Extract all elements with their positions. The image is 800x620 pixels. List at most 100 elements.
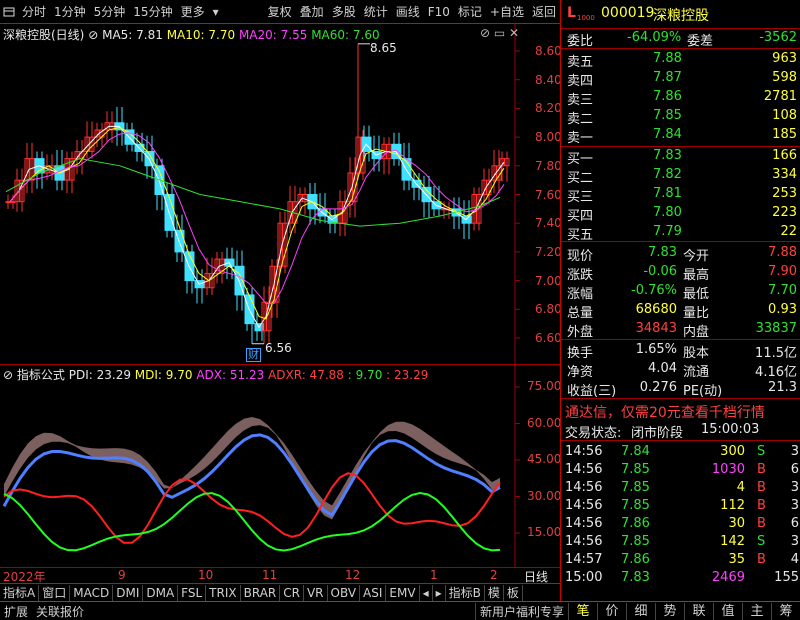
indicator-title: 指标公式	[16, 368, 65, 382]
tab-dma[interactable]: DMA	[143, 584, 179, 601]
more-dropdown-icon[interactable]: ▾	[209, 1, 223, 23]
tick-price: 7.86	[621, 516, 650, 531]
diejia-button[interactable]: 叠加	[296, 1, 328, 23]
tick-price: 7.85	[621, 462, 650, 477]
stat-value: 0.276	[639, 380, 677, 395]
tick-row: 14:57 7.86 35 B 4	[561, 551, 800, 570]
tab-board[interactable]: 板	[504, 584, 523, 601]
tick-count: 4	[790, 552, 799, 567]
x-label-sep: 9	[118, 568, 126, 582]
tab-fenshi[interactable]: 分时	[18, 1, 50, 23]
tab-value[interactable]: 值	[713, 602, 742, 620]
tab-macd[interactable]: MACD	[70, 584, 114, 601]
y-tick-label: 45.00	[527, 452, 562, 466]
scroll-right-icon[interactable]: ▸	[433, 584, 446, 601]
stat-label: 今开	[683, 249, 710, 264]
bid-price: 7.79	[653, 224, 682, 239]
bid-row: 买五 7.79 22	[561, 223, 800, 243]
bid-price: 7.82	[653, 167, 682, 182]
tab-1min[interactable]: 1分钟	[50, 1, 90, 23]
weicha-value: -3562	[759, 30, 797, 45]
tab-asi[interactable]: ASI	[360, 584, 387, 601]
trade-status-value: 闭市阶段	[631, 426, 684, 441]
kline-chart[interactable]	[0, 24, 560, 364]
tab-window[interactable]: 窗口	[39, 584, 71, 601]
tab-more[interactable]: 更多	[177, 1, 209, 23]
huaxian-button[interactable]: 画线	[392, 1, 424, 23]
tab-obv[interactable]: OBV	[328, 584, 361, 601]
tongji-button[interactable]: 统计	[360, 1, 392, 23]
tab-emv[interactable]: EMV	[386, 584, 420, 601]
bid-row: 买二 7.82 334	[561, 166, 800, 186]
tab-linked[interactable]: 联	[684, 602, 713, 620]
add-watchlist-button[interactable]: +自选	[486, 1, 528, 23]
candle-body	[199, 280, 205, 289]
tick-count: 3	[790, 480, 799, 495]
related-quote-button[interactable]: 关联报价	[32, 603, 88, 620]
tick-price: 7.85	[621, 480, 650, 495]
back-button[interactable]: 返回	[528, 1, 560, 23]
pane-stock-title: 深粮控股(日线)	[3, 28, 85, 42]
tab-vr[interactable]: VR	[304, 584, 328, 601]
tick-count: 155	[774, 570, 799, 585]
ask-price: 7.88	[653, 51, 682, 66]
stat-label: 最低	[683, 287, 710, 302]
promo-row[interactable]: 通达信，仅需20元查看千档行情	[561, 401, 800, 422]
finance-flag-icon[interactable]: 财	[246, 348, 261, 362]
expand-button[interactable]: 扩展	[0, 603, 32, 620]
menu-icon[interactable]	[3, 6, 15, 18]
f10-button[interactable]: F10	[424, 1, 454, 23]
stat-value: 4.04	[648, 361, 677, 376]
ask-label: 卖二	[567, 112, 594, 127]
tab-5min[interactable]: 5分钟	[90, 1, 130, 23]
biaoji-button[interactable]: 标记	[454, 1, 486, 23]
tick-volume: 4	[736, 480, 745, 495]
tab-main[interactable]: 主	[742, 602, 771, 620]
dmi-indicator-chart[interactable]	[0, 365, 560, 567]
tab-chips[interactable]: 筹	[771, 602, 800, 620]
tab-15min[interactable]: 15分钟	[129, 1, 176, 23]
y-tick-label: 8.60	[535, 44, 562, 58]
stat-label: 外盘	[567, 325, 594, 340]
candle-body	[10, 201, 16, 204]
bid-label: 买二	[567, 171, 594, 186]
stat-value: 34843	[635, 321, 677, 336]
pane-window-icons[interactable]: ⊘ ▭ ✕	[480, 26, 519, 40]
divider	[561, 339, 800, 340]
tab-template[interactable]: 模	[485, 584, 504, 601]
tab-trix[interactable]: TRIX	[206, 584, 241, 601]
tab-price[interactable]: 价	[597, 602, 626, 620]
new-user-promo-link[interactable]: 新用户福利专享	[474, 602, 568, 620]
tick-count: 6	[790, 462, 799, 477]
stat-row: 收益(三) 0.276 PE(动) 21.3	[561, 379, 800, 399]
scroll-left-icon[interactable]: ◂	[420, 584, 433, 601]
ask-label: 卖一	[567, 131, 594, 146]
tab-dmi[interactable]: DMI	[113, 584, 144, 601]
bid-label: 买一	[567, 152, 594, 167]
tick-direction: S	[757, 534, 766, 549]
ma5-label: MA5: 7.81	[102, 28, 163, 42]
tab-indicator-b[interactable]: 指标B	[446, 584, 485, 601]
settings-icon[interactable]: ⊘	[88, 28, 98, 42]
tick-volume: 1030	[711, 462, 745, 477]
stat-label: 换手	[567, 346, 594, 361]
duogu-button[interactable]: 多股	[328, 1, 360, 23]
tick-time: 14:56	[565, 444, 603, 459]
bid-price: 7.83	[653, 148, 682, 163]
tab-brar[interactable]: BRAR	[241, 584, 281, 601]
tab-trend[interactable]: 势	[655, 602, 684, 620]
y-tick-label: 8.00	[535, 130, 562, 145]
tab-trades[interactable]: 笔	[568, 602, 597, 620]
tick-time: 14:56	[565, 516, 603, 531]
divider	[561, 48, 800, 49]
promo-text[interactable]: 通达信，仅需20元查看千档行情	[565, 402, 765, 422]
tab-fsl[interactable]: FSL	[178, 584, 207, 601]
stat-value: -0.76%	[631, 283, 677, 298]
tab-indicator-a[interactable]: 指标A	[0, 584, 40, 601]
indicator-collapse-icon[interactable]: ⊘	[3, 368, 13, 382]
y-tick-label: 60.00	[527, 415, 562, 430]
tab-cr[interactable]: CR	[280, 584, 304, 601]
tab-detail[interactable]: 细	[626, 602, 655, 620]
x-label-nov: 11	[262, 568, 278, 582]
fuquan-button[interactable]: 复权	[264, 1, 296, 23]
